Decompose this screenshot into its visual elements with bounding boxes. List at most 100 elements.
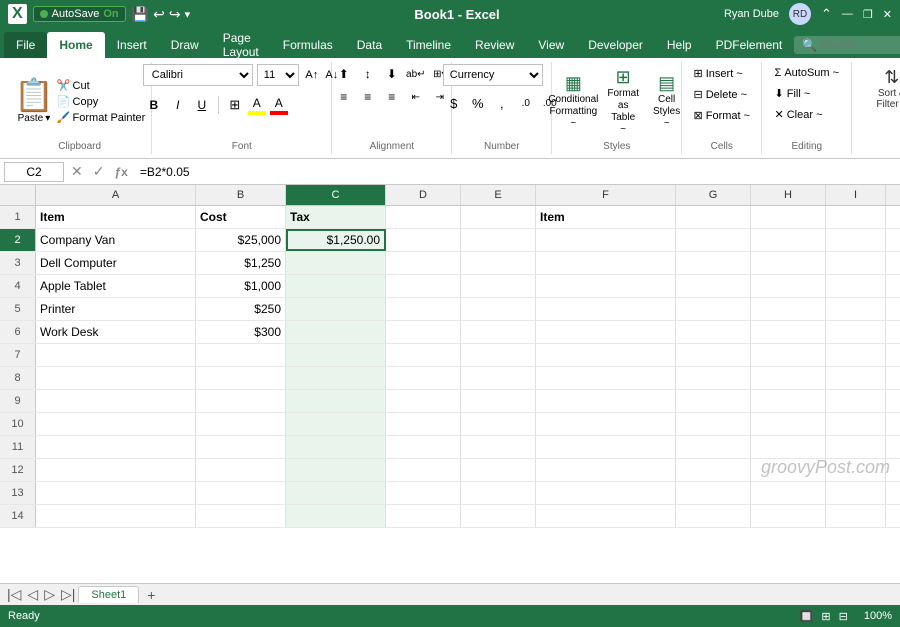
- list-item[interactable]: [461, 436, 536, 458]
- page-layout-btn[interactable]: ⊞: [821, 610, 830, 623]
- tab-draw[interactable]: Draw: [159, 32, 211, 58]
- normal-view-btn[interactable]: 🔲: [800, 610, 814, 623]
- sheet-nav-prev-btn[interactable]: ◁: [24, 586, 41, 603]
- list-item[interactable]: [886, 206, 900, 228]
- col-header-b[interactable]: B: [196, 185, 286, 205]
- minimize-btn[interactable]: —: [842, 8, 853, 20]
- list-item[interactable]: [751, 482, 826, 504]
- list-item[interactable]: [286, 505, 386, 527]
- paste-dropdown-icon[interactable]: ▾: [45, 113, 50, 124]
- col-header-g[interactable]: G: [676, 185, 751, 205]
- align-top-btn[interactable]: ⬆: [333, 64, 355, 84]
- list-item[interactable]: [196, 482, 286, 504]
- list-item[interactable]: [751, 413, 826, 435]
- col-header-c[interactable]: C: [286, 185, 386, 205]
- sheet-nav-last-btn[interactable]: ▷|: [58, 586, 78, 603]
- autosum-btn[interactable]: Σ AutoSum ~: [770, 64, 845, 82]
- list-item[interactable]: [386, 436, 461, 458]
- more-qa-icon[interactable]: ▾: [185, 8, 191, 21]
- list-item[interactable]: [886, 413, 900, 435]
- col-header-j[interactable]: J: [886, 185, 900, 205]
- list-item[interactable]: [36, 367, 196, 389]
- list-item[interactable]: Item: [536, 206, 676, 228]
- list-item[interactable]: [536, 275, 676, 297]
- list-item[interactable]: [461, 413, 536, 435]
- insert-btn[interactable]: ⊞ Insert ~: [689, 64, 748, 83]
- list-item[interactable]: [286, 367, 386, 389]
- list-item[interactable]: [676, 252, 751, 274]
- list-item[interactable]: [886, 229, 900, 251]
- add-sheet-btn[interactable]: +: [141, 587, 161, 603]
- list-item[interactable]: [286, 321, 386, 343]
- list-item[interactable]: [461, 321, 536, 343]
- list-item[interactable]: [676, 229, 751, 251]
- row-header-cell[interactable]: 2: [0, 229, 36, 251]
- col-header-e[interactable]: E: [461, 185, 536, 205]
- list-item[interactable]: [386, 413, 461, 435]
- list-item[interactable]: [751, 344, 826, 366]
- list-item[interactable]: [826, 482, 886, 504]
- list-item[interactable]: [536, 298, 676, 320]
- align-right-btn[interactable]: ≡: [381, 87, 403, 107]
- col-header-d[interactable]: D: [386, 185, 461, 205]
- list-item[interactable]: [196, 344, 286, 366]
- align-left-btn[interactable]: ≡: [333, 87, 355, 107]
- list-item[interactable]: [286, 275, 386, 297]
- list-item[interactable]: [886, 505, 900, 527]
- sheet-nav-first-btn[interactable]: |◁: [4, 586, 24, 603]
- list-item[interactable]: [826, 344, 886, 366]
- list-item[interactable]: [536, 390, 676, 412]
- row-header-cell[interactable]: 14: [0, 505, 36, 527]
- list-item[interactable]: [751, 367, 826, 389]
- list-item[interactable]: [886, 482, 900, 504]
- clear-btn[interactable]: ✕ Clear ~: [770, 105, 828, 124]
- paste-btn[interactable]: 📋: [14, 79, 54, 111]
- list-item[interactable]: [286, 298, 386, 320]
- tab-home[interactable]: Home: [47, 32, 104, 58]
- list-item[interactable]: [536, 459, 676, 481]
- list-item[interactable]: [676, 321, 751, 343]
- tab-help[interactable]: Help: [655, 32, 704, 58]
- list-item[interactable]: Printer: [36, 298, 196, 320]
- col-header-i[interactable]: I: [826, 185, 886, 205]
- font-size-select[interactable]: 11: [257, 64, 299, 86]
- list-item[interactable]: [461, 206, 536, 228]
- number-format-select[interactable]: Currency General Number Percentage Date: [443, 64, 543, 86]
- list-item[interactable]: [386, 252, 461, 274]
- tab-developer[interactable]: Developer: [576, 32, 655, 58]
- list-item[interactable]: [751, 505, 826, 527]
- tab-page-layout[interactable]: Page Layout: [211, 32, 271, 58]
- list-item[interactable]: [751, 321, 826, 343]
- wrap-text-btn[interactable]: ab↵: [405, 64, 427, 84]
- list-item[interactable]: [676, 413, 751, 435]
- list-item[interactable]: $1,000: [196, 275, 286, 297]
- underline-btn[interactable]: U: [191, 94, 213, 116]
- italic-btn[interactable]: I: [167, 94, 189, 116]
- list-item[interactable]: [36, 482, 196, 504]
- list-item[interactable]: [386, 229, 461, 251]
- list-item[interactable]: [461, 298, 536, 320]
- list-item[interactable]: [886, 367, 900, 389]
- list-item[interactable]: [751, 275, 826, 297]
- cell-name-box[interactable]: [4, 162, 64, 182]
- redo-icon[interactable]: ↪: [169, 6, 181, 23]
- tab-data[interactable]: Data: [345, 32, 394, 58]
- tab-review[interactable]: Review: [463, 32, 526, 58]
- list-item[interactable]: [676, 390, 751, 412]
- page-break-btn[interactable]: ⊟: [839, 610, 848, 623]
- list-item[interactable]: [461, 275, 536, 297]
- list-item[interactable]: [751, 206, 826, 228]
- decrease-decimal-btn[interactable]: .0: [515, 92, 537, 114]
- sheet-nav-next-btn[interactable]: ▷: [41, 586, 58, 603]
- col-header-a[interactable]: A: [36, 185, 196, 205]
- list-item[interactable]: [886, 344, 900, 366]
- align-center-btn[interactable]: ≡: [357, 87, 379, 107]
- tab-view[interactable]: View: [526, 32, 576, 58]
- row-header-cell[interactable]: 5: [0, 298, 36, 320]
- list-item[interactable]: [386, 367, 461, 389]
- font-color-btn[interactable]: A: [270, 96, 288, 115]
- list-item[interactable]: [676, 436, 751, 458]
- row-header-cell[interactable]: 1: [0, 206, 36, 228]
- percent-btn[interactable]: %: [467, 92, 489, 114]
- tab-insert[interactable]: Insert: [105, 32, 159, 58]
